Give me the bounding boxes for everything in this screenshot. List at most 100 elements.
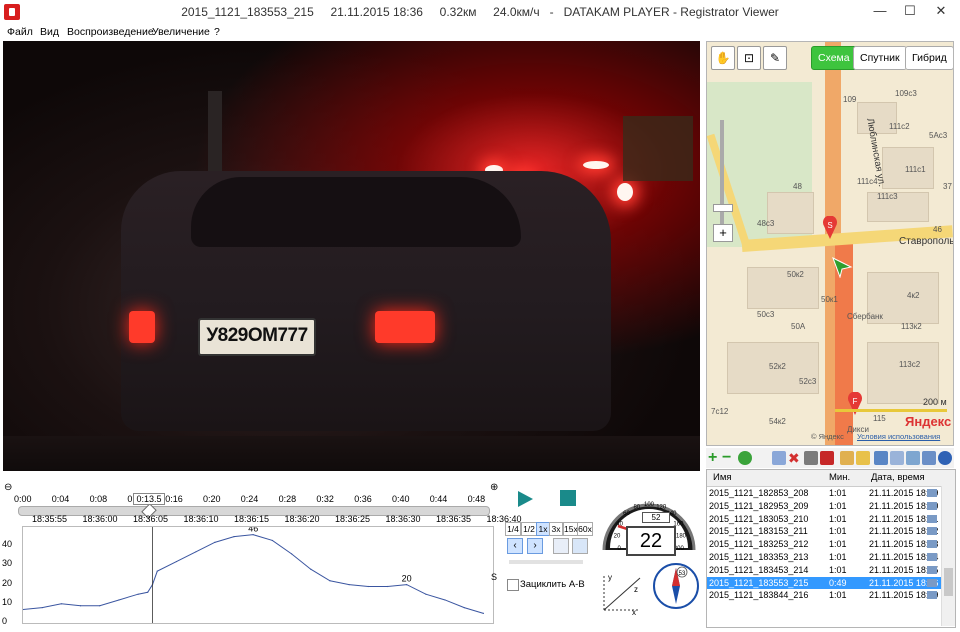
menu-playback[interactable]: Воспроизведение — [67, 26, 154, 38]
chart-unit-letter: S — [491, 572, 498, 582]
rate-button[interactable]: 60x — [577, 522, 593, 536]
file-min: 1:01 — [829, 552, 847, 562]
file-min: 1:01 — [829, 564, 847, 575]
minimize-button[interactable]: — — [866, 1, 894, 21]
file-row[interactable]: 2015_1121_182953_209 1:01 21.11.2015 18:30 — [707, 500, 941, 513]
map-type-satellite[interactable]: Спутник — [853, 46, 907, 70]
menu-file[interactable]: Файл — [7, 26, 33, 38]
zoom-in-timeline-icon[interactable]: ⊕ — [490, 482, 498, 493]
add-icon[interactable]: + — [708, 450, 722, 466]
remove-icon[interactable]: − — [722, 450, 736, 466]
file-row[interactable]: 2015_1121_183153_211 1:01 21.11.2015 18:32 — [707, 525, 941, 538]
settings-icon[interactable] — [922, 451, 936, 465]
volume-slider[interactable] — [509, 560, 583, 564]
timeline-tick: 0:48 — [467, 494, 486, 504]
video-frame[interactable]: У829ОМ777 — [3, 41, 700, 471]
map-zoom-control: + — [713, 102, 733, 242]
speed-point — [329, 580, 331, 582]
file-list-scrollbar[interactable] — [941, 486, 955, 626]
timeline-clock-tick: 18:36:05 — [133, 514, 169, 524]
zoom-rect-button[interactable]: ⊡ — [737, 46, 761, 70]
file-name: 2015_1121_183053_210 — [709, 513, 809, 524]
file-row[interactable]: 2015_1121_182853_208 1:01 21.11.2015 18:29 — [707, 487, 941, 500]
map-label: 111с1 — [905, 165, 926, 174]
copy-icon[interactable] — [772, 451, 786, 465]
map-label: 115 — [873, 414, 886, 423]
menu-help[interactable]: ? — [214, 26, 220, 38]
ruler-button[interactable]: ✎ — [763, 46, 787, 70]
map-terms-link[interactable]: Условия использования — [857, 432, 940, 441]
camera-icon — [927, 501, 937, 510]
tail-light — [583, 161, 609, 169]
file-min: 0:49 — [829, 577, 847, 588]
stop-button[interactable] — [560, 490, 576, 506]
globe-icon[interactable] — [938, 451, 952, 465]
timeline-tick: 0:04 — [51, 494, 70, 504]
save-icon[interactable] — [804, 451, 818, 465]
zoom-handle[interactable] — [713, 204, 733, 212]
accelerometer-axes: x y z — [603, 573, 641, 616]
menu-zoom[interactable]: Увеличение — [152, 26, 210, 38]
timeline-tick: 0:20 — [203, 494, 221, 504]
zoom-out-timeline-icon[interactable]: ⊖ — [4, 482, 12, 493]
gauge-tick: 80 — [633, 504, 640, 510]
file-row[interactable]: 2015_1121_183253_212 1:01 21.11.2015 18:33 — [707, 538, 941, 551]
map-label: 50с3 — [757, 310, 775, 319]
refresh-icon[interactable] — [738, 451, 752, 465]
file-row[interactable]: 2015_1121_183053_210 1:01 21.11.2015 18:31 — [707, 513, 941, 526]
speed-point — [175, 560, 178, 563]
speed-point — [425, 593, 427, 595]
rate-button[interactable]: 15x — [563, 522, 578, 536]
column-name[interactable]: Имя — [713, 472, 732, 483]
prev-frame-button[interactable]: ‹ — [507, 538, 523, 554]
file-row[interactable]: 2015_1121_183453_214 1:01 21.11.2015 18:35 — [707, 564, 941, 577]
svg-text:S: S — [827, 221, 832, 230]
close-button[interactable]: ✕ — [926, 1, 956, 21]
rate-button[interactable]: 1/4 — [505, 522, 521, 536]
play-button[interactable] — [515, 489, 535, 509]
y-tick-label: 20 — [2, 577, 13, 588]
start-marker-icon[interactable]: S — [822, 216, 838, 240]
map-type-scheme[interactable]: Схема — [811, 46, 857, 70]
map-label: 50к1 — [821, 295, 838, 304]
file-row[interactable]: 2015_1121_183553_215 0:49 21.11.2015 18:36 — [707, 576, 941, 590]
hand-tool-button[interactable]: ✋ — [711, 46, 735, 70]
zoom-in-button[interactable]: + — [713, 224, 733, 242]
zoom-track[interactable] — [720, 120, 724, 230]
rate-button[interactable]: 1x — [536, 522, 550, 536]
rate-button[interactable]: 3x — [549, 522, 563, 536]
menu-view[interactable]: Вид — [40, 26, 59, 38]
file-toolbar: + − ✖ — [706, 448, 954, 468]
map-label: 109 — [843, 95, 857, 104]
y-tick-label: 0 — [2, 616, 8, 626]
zoom-out-button[interactable] — [553, 538, 569, 554]
next-frame-button[interactable]: › — [527, 538, 543, 554]
map-panel[interactable]: Люблинская ул. Ставрополь 109 109с3 111с… — [706, 41, 954, 446]
folder-icon[interactable] — [856, 451, 870, 465]
finish-marker-icon[interactable]: F — [847, 392, 863, 416]
map-type-hybrid[interactable]: Гибрид — [905, 46, 953, 70]
file-row[interactable]: 2015_1121_183353_213 1:01 21.11.2015 18:34 — [707, 551, 941, 564]
rate-button[interactable]: 1/2 — [521, 522, 537, 536]
zoom-in-button[interactable] — [572, 538, 588, 554]
maximize-button[interactable]: ☐ — [896, 1, 924, 21]
speed-chart[interactable]: 46 20 — [22, 526, 494, 624]
axis-y-label: y — [608, 573, 612, 582]
export-icon[interactable] — [874, 451, 888, 465]
loop-checkbox[interactable] — [507, 579, 519, 591]
camera-icon — [927, 578, 937, 587]
scrollbar-thumb[interactable] — [944, 568, 953, 596]
camera-icon[interactable] — [820, 451, 834, 465]
timeline-clock-tick: 18:36:10 — [183, 514, 219, 524]
timeline-panel: ⊖ ⊕ 0:000:040:080:120:160:200:240:280:32… — [0, 476, 522, 626]
map-label: 52с3 — [799, 377, 817, 386]
file-row[interactable]: 2015_1121_183844_216 1:01 21.11.2015 18:39 — [707, 589, 941, 602]
layout-icon[interactable] — [906, 451, 920, 465]
column-datetime[interactable]: Дата, время — [871, 472, 925, 483]
key-icon[interactable] — [840, 451, 854, 465]
map-label: 46 — [933, 225, 942, 234]
delete-icon[interactable]: ✖ — [788, 451, 802, 465]
column-minutes[interactable]: Мин. — [829, 472, 850, 483]
map-scale: 200 м — [923, 397, 947, 407]
window-icon[interactable] — [890, 451, 904, 465]
